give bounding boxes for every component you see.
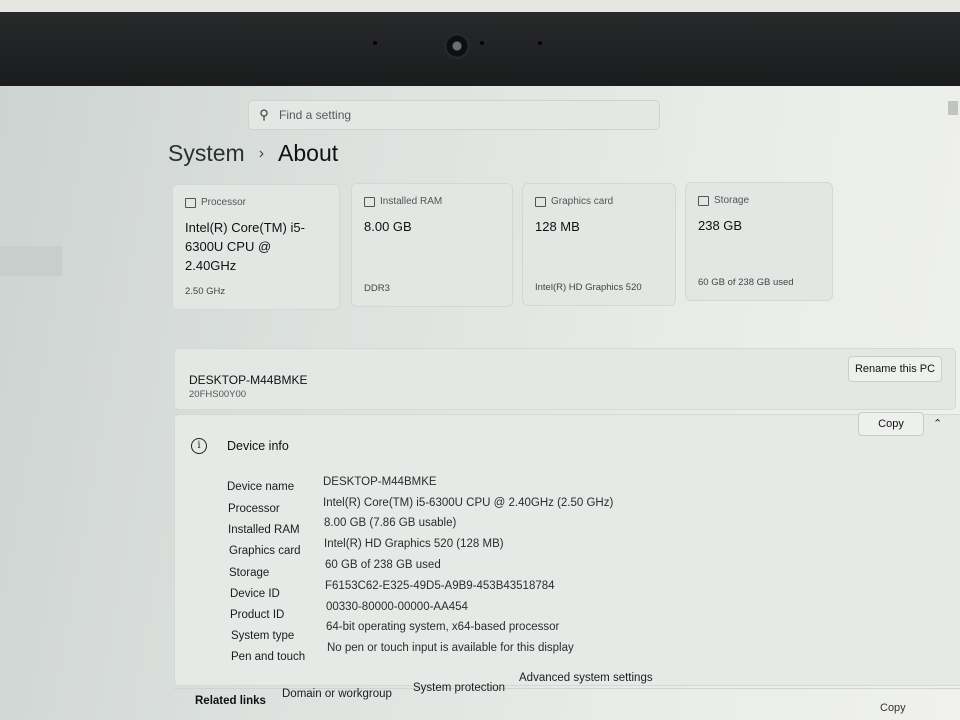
- spec-label: System type: [231, 630, 295, 642]
- spec-value: 64-bit operating system, x64-based proce…: [326, 621, 560, 633]
- search-box[interactable]: ⚲ Find a setting: [248, 100, 660, 130]
- memory-icon: [364, 196, 375, 207]
- background-wall: [0, 0, 960, 12]
- spec-value: DESKTOP-M44BMKE: [323, 476, 437, 488]
- sidebar-selected-item[interactable]: [0, 246, 62, 276]
- sensor-dot: [480, 41, 484, 45]
- breadcrumb-parent[interactable]: System: [168, 140, 245, 167]
- spec-value: Intel(R) Core(TM) i5-6300U CPU @ 2.40GHz…: [323, 497, 614, 509]
- spec-label: Processor: [228, 503, 280, 515]
- processor-card: Processor Intel(R) Core(TM) i5-6300U CPU…: [172, 184, 340, 310]
- storage-card: Storage 238 GB 60 GB of 238 GB used: [685, 182, 833, 301]
- spec-value: 60 GB of 238 GB used: [325, 559, 441, 571]
- spec-label: Installed RAM: [228, 524, 300, 536]
- laptop-bezel: [0, 0, 960, 90]
- processor-icon: [185, 197, 196, 208]
- chevron-up-icon[interactable]: ⌃: [933, 417, 942, 430]
- info-icon: i: [191, 438, 207, 454]
- spec-label: Device name: [227, 481, 295, 493]
- graphics-card-card: Graphics card 128 MB Intel(R) HD Graphic…: [522, 183, 676, 306]
- page-title: About: [278, 140, 339, 166]
- spec-label: Device ID: [230, 588, 280, 600]
- copy-windows-spec-button[interactable]: Copy: [880, 702, 906, 714]
- storage-icon: [698, 195, 709, 206]
- advanced-system-settings-link[interactable]: Advanced system settings: [519, 672, 653, 684]
- sensor-dot: [538, 41, 542, 45]
- spec-value: F6153C62-E325-49D5-A9B9-453B43518784: [325, 580, 555, 592]
- card-label: Graphics card: [551, 196, 614, 207]
- breadcrumb: System › About: [168, 140, 338, 167]
- ram-card: Installed RAM 8.00 GB DDR3: [351, 183, 513, 307]
- spec-value: 00330-80000-00000-AA454: [326, 601, 468, 613]
- spec-label: Pen and touch: [231, 651, 306, 663]
- window-control-button[interactable]: [948, 101, 958, 115]
- search-input[interactable]: Find a setting: [279, 108, 351, 122]
- pc-model: 20FHS00Y00: [189, 389, 247, 400]
- spec-label: Product ID: [230, 609, 285, 621]
- spec-label: Graphics card: [229, 545, 301, 557]
- card-value: 128 MB: [535, 219, 580, 234]
- device-info-title: Device info: [227, 439, 289, 453]
- card-value: 8.00 GB: [364, 219, 412, 234]
- domain-or-workgroup-link[interactable]: Domain or workgroup: [282, 688, 392, 700]
- card-label: Storage: [714, 195, 750, 206]
- system-protection-link[interactable]: System protection: [413, 682, 505, 694]
- copy-device-info-button[interactable]: Copy: [858, 412, 924, 436]
- webcam: [444, 33, 470, 59]
- card-sub: 2.50 GHz: [185, 286, 226, 297]
- card-value: Intel(R) Core(TM) i5-6300U CPU @ 2.40GHz: [185, 220, 305, 273]
- spec-value: No pen or touch input is available for t…: [327, 642, 574, 654]
- pc-name-row: DESKTOP-M44BMKE 20FHS00Y00: [174, 348, 956, 410]
- rename-pc-button[interactable]: Rename this PC: [848, 356, 942, 382]
- search-icon: ⚲: [259, 107, 269, 122]
- spec-value: 8.00 GB (7.86 GB usable): [324, 517, 457, 529]
- card-sub: Intel(R) HD Graphics 520: [535, 282, 642, 293]
- card-sub: 60 GB of 238 GB used: [698, 277, 794, 288]
- display-icon: [535, 196, 546, 207]
- related-links-label: Related links: [195, 695, 266, 707]
- card-value: 238 GB: [698, 218, 743, 233]
- sensor-dot: [373, 41, 377, 45]
- card-label: Processor: [201, 197, 247, 208]
- chevron-right-icon: ›: [258, 144, 265, 162]
- card-label: Installed RAM: [380, 196, 443, 207]
- card-sub: DDR3: [364, 283, 390, 294]
- spec-value: Intel(R) HD Graphics 520 (128 MB): [324, 538, 504, 550]
- pc-name: DESKTOP-M44BMKE: [189, 373, 308, 387]
- spec-label: Storage: [229, 567, 270, 579]
